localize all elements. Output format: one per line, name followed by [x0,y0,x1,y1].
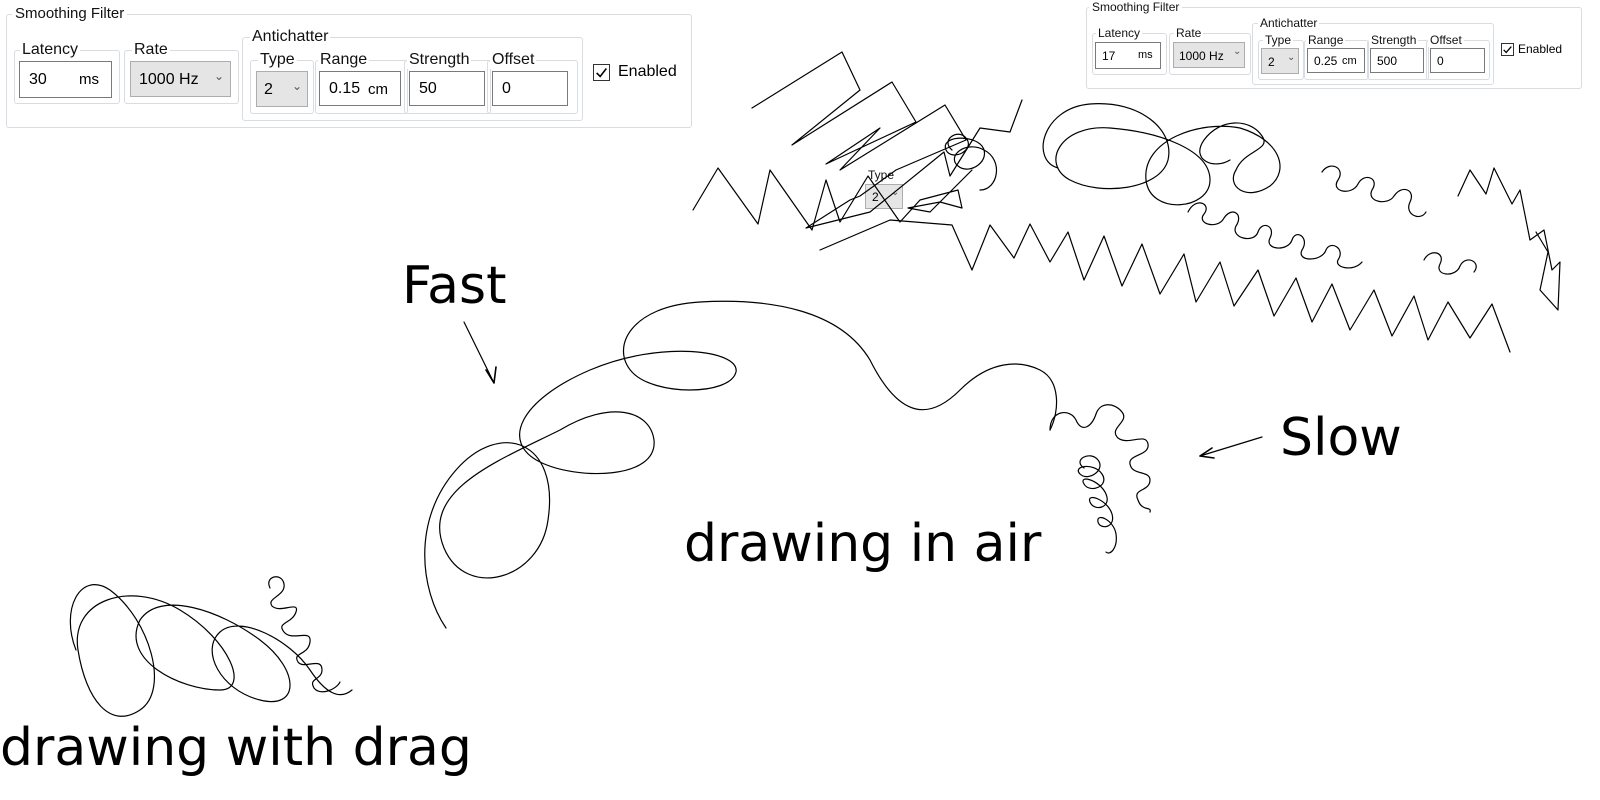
drawing-with-drag-caption: drawing with drag [0,718,472,778]
curl-scribble-top-right-2 [1321,165,1427,217]
slow-wiggle-stroke [1049,404,1151,513]
slow-arrow-head [1199,447,1215,459]
curl-scribble-top-right-3 [1423,252,1477,275]
fast-annotation: Fast [402,256,507,316]
drag-loops-stroke [69,584,353,717]
slow-wiggle-stroke-2 [1077,455,1117,554]
fast-loops-stroke [424,300,1058,629]
zigzag-stroke-lower [819,219,1511,353]
zigzag-stroke-middle [692,167,973,231]
drag-curl-stroke [268,576,341,693]
fast-arrow-icon [463,321,495,384]
slow-arrow-icon [1199,436,1263,457]
drawing-canvas [69,51,1561,717]
loop-scribble-top-right [1042,103,1281,206]
curl-scribble-top-right [1187,202,1363,269]
slow-annotation: Slow [1280,408,1402,468]
zigzag-stroke-right [1457,167,1561,311]
drawing-in-air-caption: drawing in air [684,514,1042,574]
